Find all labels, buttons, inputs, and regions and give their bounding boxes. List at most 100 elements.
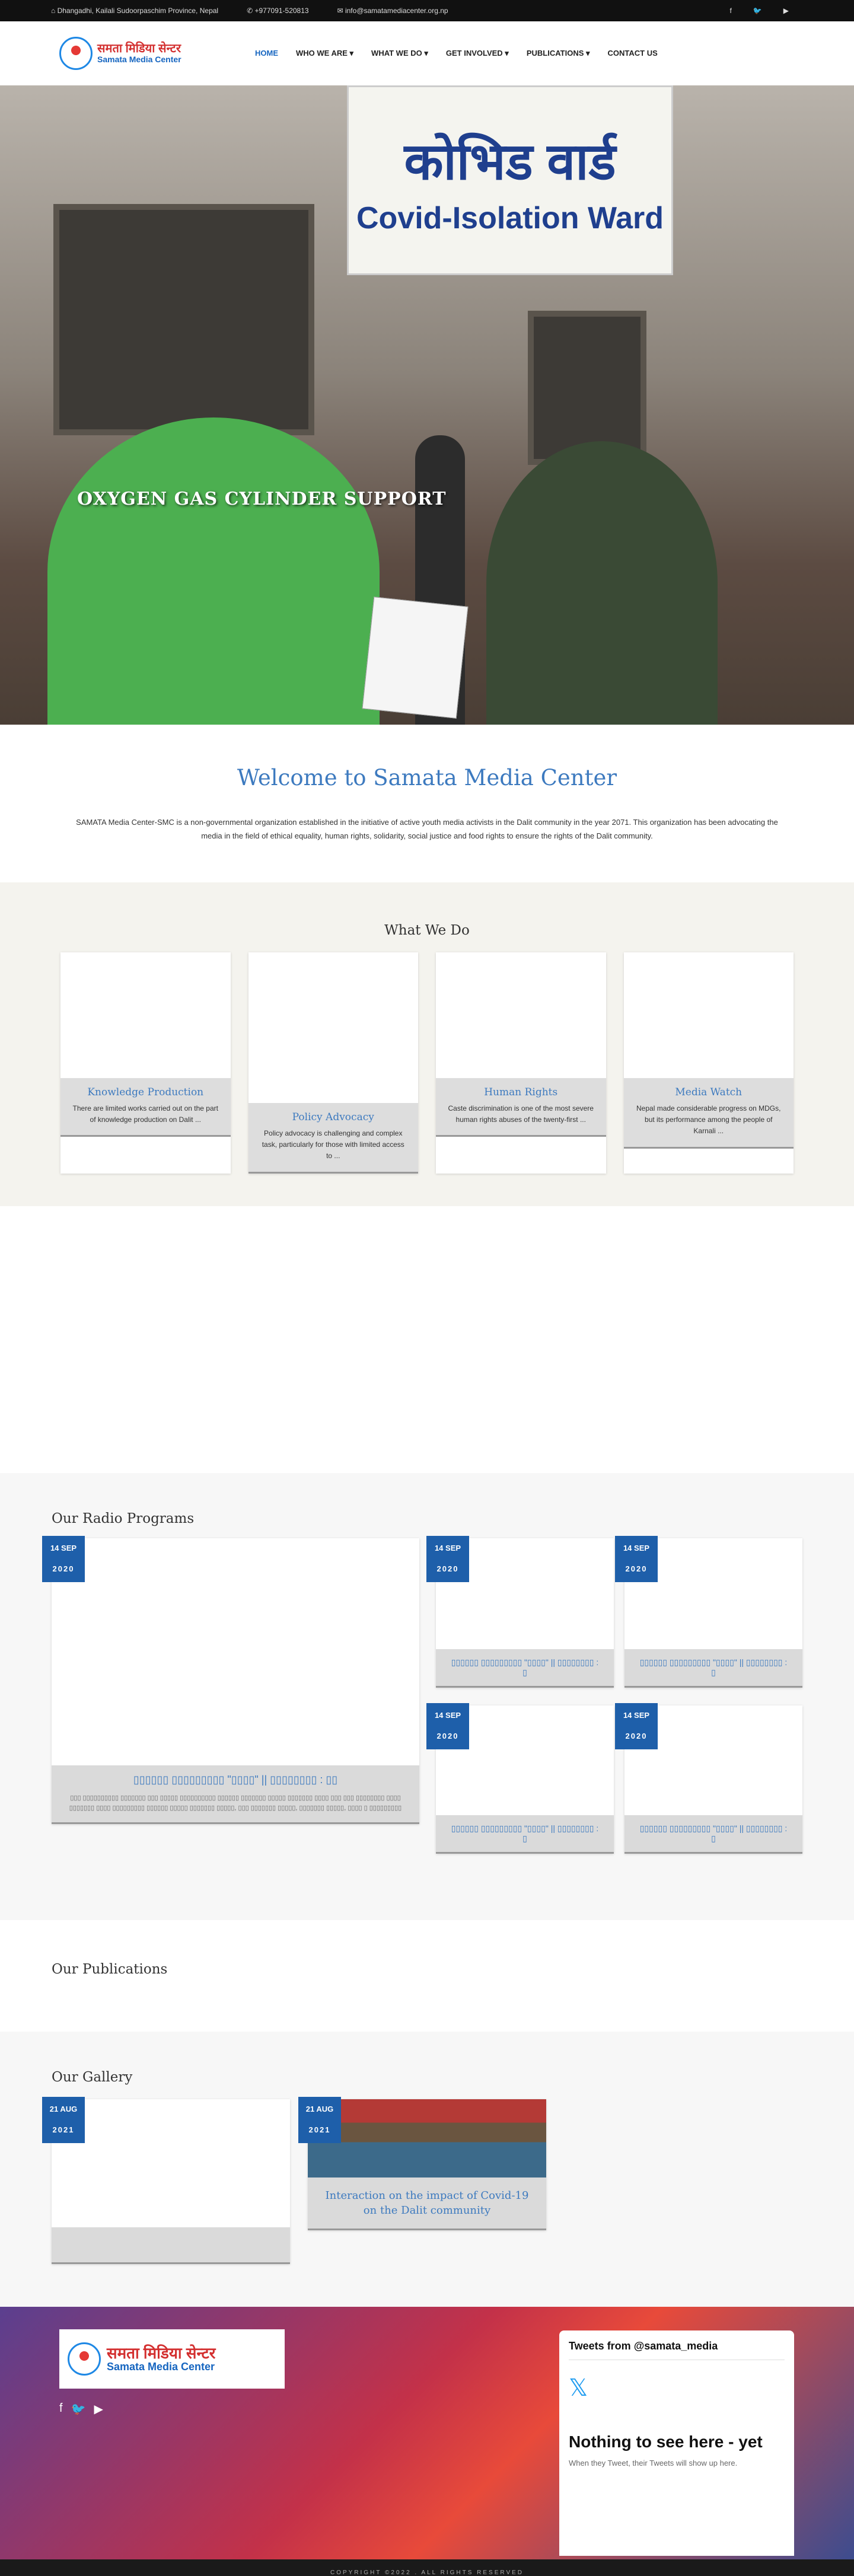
- radio-grid: 14 SEP 2020 ▯▯▯▯▯▯ ▯▯▯▯▯▯▯▯▯ "▯▯▯▯" || ▯▯…: [42, 1536, 802, 1854]
- site-footer: समता मिडिया सेन्टर Samata Media Center f…: [0, 2307, 854, 2559]
- radio-card-title[interactable]: ▯▯▯▯▯▯ ▯▯▯▯▯▯▯▯▯ "▯▯▯▯" || ▯▯▯▯▯▯▯▯ : ▯▯: [63, 1774, 407, 1786]
- gallery-image: [308, 2099, 546, 2178]
- logo-mark: [59, 37, 93, 70]
- card-desc: Policy advocacy is challenging and compl…: [262, 1129, 404, 1161]
- logo-text: समता मिडिया सेन्टर Samata Media Center: [97, 42, 181, 64]
- nav-home[interactable]: HOME: [255, 49, 278, 58]
- radio-card[interactable]: 14 SEP 2020 ▯▯▯▯▯▯ ▯▯▯▯▯▯▯▯▯ "▯▯▯▯" || ▯▯…: [426, 1703, 614, 1854]
- what-we-do-cards: Knowledge Production There are limited wo…: [0, 952, 854, 1174]
- tweets-empty-title: Nothing to see here - yet: [569, 2432, 763, 2451]
- card-knowledge-production[interactable]: Knowledge Production There are limited wo…: [60, 952, 231, 1174]
- welcome-text: SAMATA Media Center-SMC is a non-governm…: [76, 818, 778, 841]
- person-right: [486, 441, 718, 725]
- logo-name-np: समता मिडिया सेन्टर: [107, 2344, 216, 2362]
- publications-title: Our Publications: [52, 1962, 168, 1977]
- nav-contact-us[interactable]: CONTACT US: [608, 49, 658, 58]
- card-image: [436, 952, 606, 1078]
- gallery-card[interactable]: 21 AUG 2021: [42, 2097, 290, 2264]
- card-human-rights[interactable]: Human Rights Caste discrimination is one …: [436, 952, 606, 1174]
- welcome-section: Welcome to Samata Media Center SAMATA Me…: [0, 725, 854, 882]
- twitter-timeline[interactable]: Tweets from @samata_media 𝕏 Nothing to s…: [559, 2330, 794, 2556]
- date-badge: 14 SEP 2020: [615, 1536, 658, 1582]
- date-badge: 14 SEP 2020: [42, 1536, 85, 1582]
- date-badge: 14 SEP 2020: [426, 1536, 469, 1582]
- youtube-icon[interactable]: ▶: [94, 2402, 103, 2416]
- card-desc: Nepal made considerable progress on MDGs…: [636, 1104, 781, 1136]
- gallery-image: [52, 2099, 290, 2227]
- logo-name-en: Samata Media Center: [107, 2361, 215, 2373]
- logo-name-np: समता मिडिया सेन्टर: [97, 42, 181, 56]
- card-title[interactable]: Policy Advocacy: [259, 1111, 408, 1123]
- card-desc: Caste discrimination is one of the most …: [448, 1104, 594, 1124]
- hero-window-left: [53, 204, 314, 435]
- site-logo[interactable]: समता मिडिया सेन्टर Samata Media Center: [59, 34, 219, 72]
- youtube-icon[interactable]: ▶: [783, 7, 789, 15]
- welcome-title: Welcome to Samata Media Center: [237, 765, 617, 790]
- twitter-icon[interactable]: 🐦: [71, 2402, 86, 2416]
- facebook-icon[interactable]: f: [59, 2402, 63, 2416]
- top-bar: ⌂ Dhangadhi, Kailali Sudoorpaschim Provi…: [0, 0, 854, 21]
- card-image: [623, 952, 794, 1078]
- what-we-do-section: What We Do Knowledge Production There are…: [0, 882, 854, 1206]
- gallery-card-title[interactable]: Interaction on the impact of Covid-19 on…: [320, 2188, 534, 2218]
- gallery-card[interactable]: 21 AUG 2021 Interaction on the impact of …: [298, 2097, 546, 2231]
- date-badge: 21 AUG 2021: [298, 2097, 341, 2143]
- footer-logo[interactable]: समता मिडिया सेन्टर Samata Media Center: [59, 2329, 285, 2389]
- hero-caption: OXYGEN GAS CYLINDER SUPPORT: [77, 489, 447, 509]
- card-policy-advocacy[interactable]: Policy Advocacy Policy advocacy is challe…: [248, 952, 418, 1174]
- logo-text: समता मिडिया सेन्टर Samata Media Center: [107, 2344, 216, 2373]
- radio-card[interactable]: 14 SEP 2020 ▯▯▯▯▯▯ ▯▯▯▯▯▯▯▯▯ "▯▯▯▯" || ▯▯…: [615, 1536, 802, 1688]
- radio-title: Our Radio Programs: [52, 1511, 195, 1526]
- email[interactable]: ✉ info@samatamediacenter.org.np: [337, 7, 463, 15]
- radio-card-desc: ▯▯▯ ▯▯▯▯▯▯▯▯▯▯ ▯▯▯▯▯▯▯ ▯▯▯ ▯▯▯▯▯ ▯▯▯▯▯▯▯…: [69, 1794, 402, 1812]
- card-image: [248, 952, 418, 1103]
- person-left: [47, 417, 380, 725]
- nav-publications[interactable]: PUBLICATIONS ▾: [527, 49, 590, 58]
- gallery-section: Our Gallery 21 AUG 2021 21 AUG 2021 Intera…: [0, 2032, 854, 2307]
- nav-get-involved[interactable]: GET INVOLVED ▾: [446, 49, 509, 58]
- card-image: [60, 952, 231, 1078]
- main-nav: HOME WHO WE ARE ▾ WHAT WE DO ▾ GET INVOL…: [255, 49, 658, 58]
- radio-card-title[interactable]: ▯▯▯▯▯▯ ▯▯▯▯▯▯▯▯▯ "▯▯▯▯" || ▯▯▯▯▯▯▯▯ : ▯: [448, 1657, 602, 1678]
- tweets-header[interactable]: Tweets from @samata_media: [569, 2340, 785, 2360]
- card-title[interactable]: Human Rights: [447, 1086, 595, 1098]
- nav-what-we-do[interactable]: WHAT WE DO ▾: [371, 49, 428, 58]
- radio-programs-section: Our Radio Programs 14 SEP 2020 ▯▯▯▯▯▯ ▯▯▯…: [0, 1473, 854, 1920]
- radio-card-title[interactable]: ▯▯▯▯▯▯ ▯▯▯▯▯▯▯▯▯ "▯▯▯▯" || ▯▯▯▯▯▯▯▯ : ▯: [448, 1823, 602, 1844]
- top-social: f 🐦 ▶: [729, 7, 803, 15]
- hero-slider[interactable]: कोभिड वार्ड Covid-Isolation Ward OXYGEN …: [0, 85, 854, 725]
- site-header: समता मिडिया सेन्टर Samata Media Center H…: [0, 21, 854, 85]
- copyright-bar: COPYRIGHT ©2022 . ALL RIGHTS RESERVED: [0, 2559, 854, 2576]
- footer-social: f 🐦 ▶: [59, 2402, 103, 2416]
- logo-name-en: Samata Media Center: [97, 55, 181, 65]
- card-media-watch[interactable]: Media Watch Nepal made considerable progr…: [623, 952, 794, 1174]
- nav-who-we-are[interactable]: WHO WE ARE ▾: [296, 49, 353, 58]
- radio-card-title[interactable]: ▯▯▯▯▯▯ ▯▯▯▯▯▯▯▯▯ "▯▯▯▯" || ▯▯▯▯▯▯▯▯ : ▯: [636, 1657, 791, 1678]
- address: ⌂ Dhangadhi, Kailali Sudoorpaschim Provi…: [51, 7, 219, 15]
- date-badge: 14 SEP 2020: [426, 1703, 469, 1749]
- radio-card-title[interactable]: ▯▯▯▯▯▯ ▯▯▯▯▯▯▯▯▯ "▯▯▯▯" || ▯▯▯▯▯▯▯▯ : ▯: [636, 1823, 791, 1844]
- card-title[interactable]: Knowledge Production: [71, 1086, 220, 1098]
- sign-line-1: कोभिड वार्ड: [404, 133, 616, 190]
- sign-line-2: Covid-Isolation Ward: [356, 200, 664, 235]
- gallery-grid: 21 AUG 2021 21 AUG 2021 Interaction on the…: [42, 2097, 802, 2289]
- card-desc: There are limited works carried out on t…: [72, 1104, 218, 1124]
- blank-section: [0, 1206, 854, 1473]
- twitter-icon[interactable]: 🐦: [753, 7, 762, 15]
- certificate-paper: [362, 597, 469, 719]
- radio-card[interactable]: 14 SEP 2020 ▯▯▯▯▯▯ ▯▯▯▯▯▯▯▯▯ "▯▯▯▯" || ▯▯…: [615, 1703, 802, 1854]
- date-badge: 14 SEP 2020: [615, 1703, 658, 1749]
- what-we-do-title: What We Do: [384, 923, 470, 938]
- x-logo-icon: 𝕏: [569, 2375, 588, 2401]
- tweets-empty-text: When they Tweet, their Tweets will show …: [569, 2459, 738, 2468]
- publications-section: Our Publications: [0, 1920, 854, 2032]
- date-badge: 21 AUG 2021: [42, 2097, 85, 2143]
- radio-card[interactable]: 14 SEP 2020 ▯▯▯▯▯▯ ▯▯▯▯▯▯▯▯▯ "▯▯▯▯" || ▯▯…: [426, 1536, 614, 1688]
- gallery-title: Our Gallery: [52, 2070, 133, 2085]
- card-title[interactable]: Media Watch: [635, 1086, 783, 1098]
- hero-sign: कोभिड वार्ड Covid-Isolation Ward: [347, 85, 673, 275]
- radio-card-featured[interactable]: 14 SEP 2020 ▯▯▯▯▯▯ ▯▯▯▯▯▯▯▯▯ "▯▯▯▯" || ▯▯…: [42, 1536, 419, 1824]
- facebook-icon[interactable]: f: [729, 7, 731, 15]
- logo-mark: [68, 2342, 101, 2376]
- phone[interactable]: ✆ +977091-520813: [247, 7, 323, 15]
